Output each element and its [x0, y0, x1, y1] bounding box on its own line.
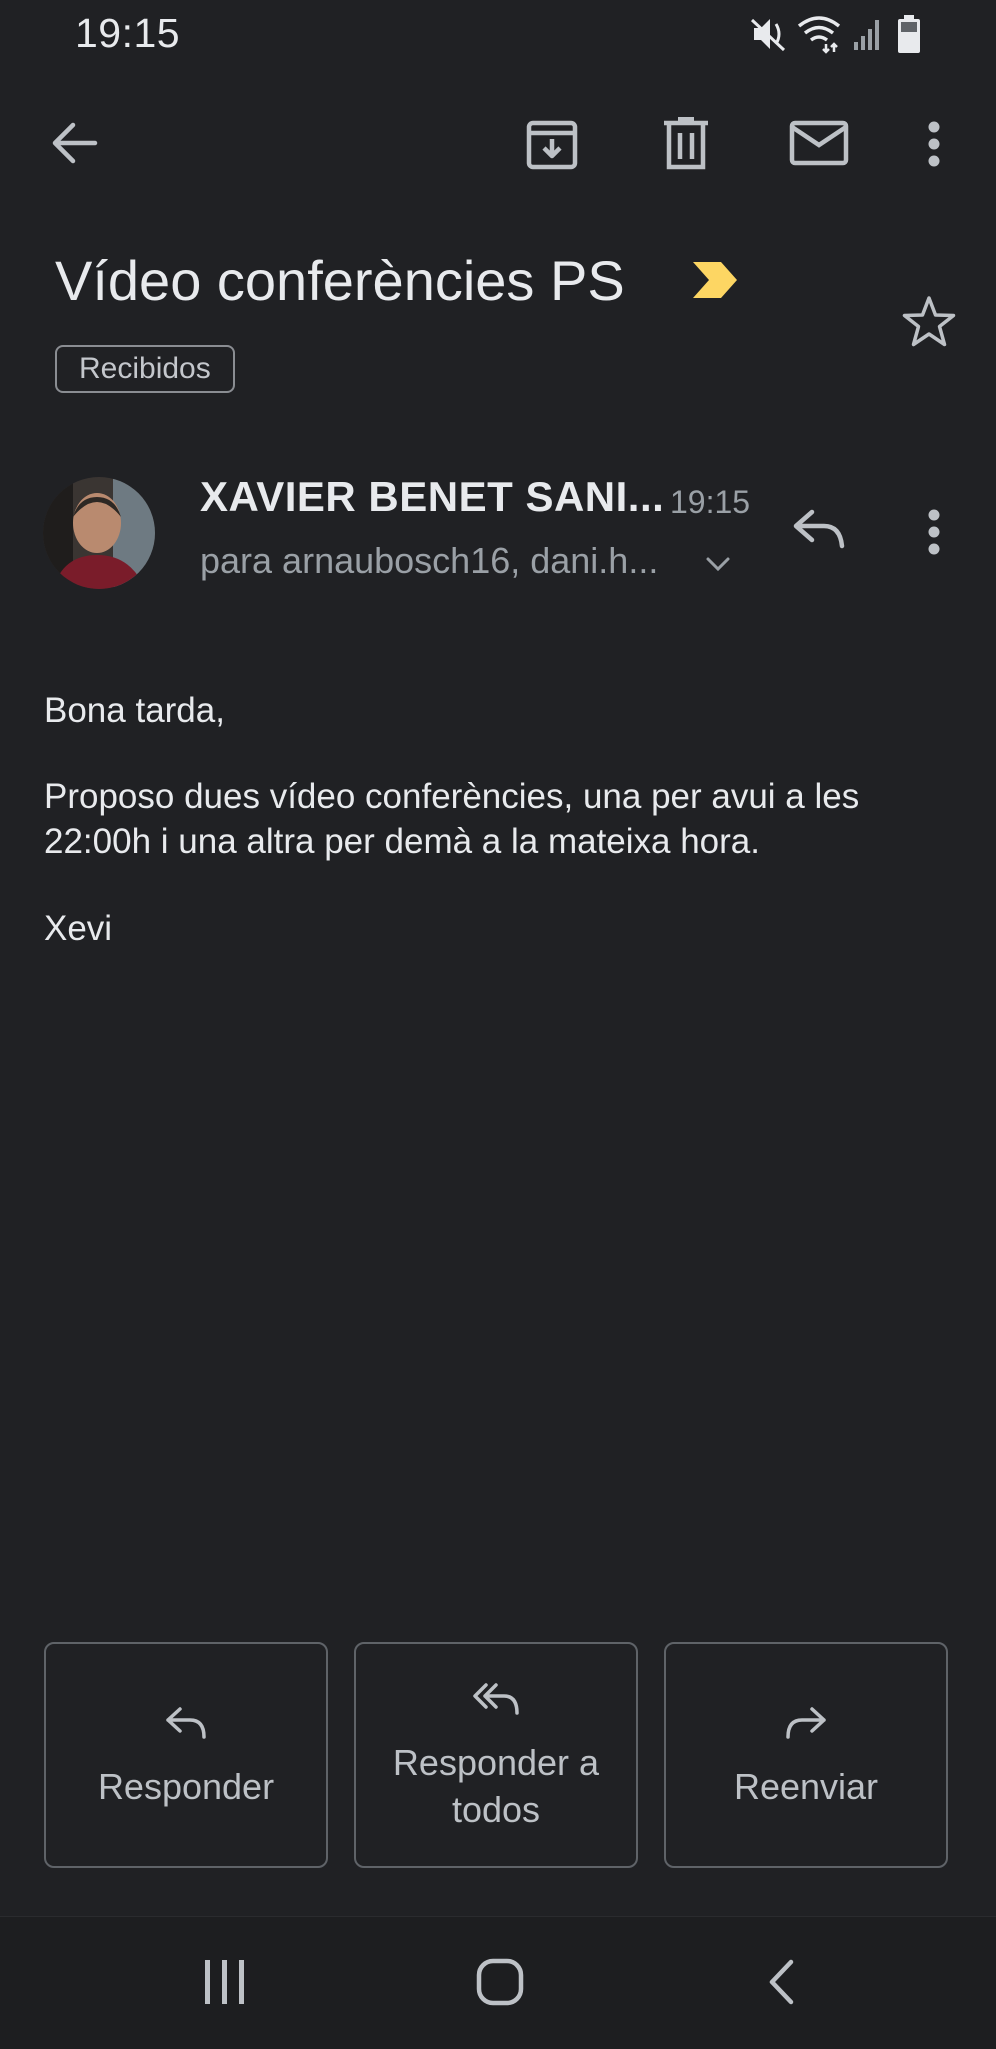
reply-icon[interactable] — [790, 502, 848, 554]
email-body-greeting: Bona tarda, — [44, 691, 225, 730]
reply-button[interactable]: Responder — [44, 1642, 328, 1868]
email-body-line-2: 22:00h i una altra per demà a la mateixa… — [44, 822, 760, 861]
subject-text: Vídeo conferències PS — [55, 249, 625, 312]
sender-name[interactable]: XAVIER BENET SANI... — [200, 473, 664, 521]
avatar[interactable] — [43, 477, 155, 589]
message-more-icon[interactable] — [912, 504, 956, 560]
recent-apps-icon[interactable] — [190, 1954, 260, 2010]
back-arrow-icon[interactable] — [44, 117, 104, 169]
signal-icon — [852, 16, 884, 52]
delete-icon[interactable] — [658, 114, 714, 172]
forward-icon — [784, 1701, 828, 1745]
forward-button[interactable]: Reenviar — [664, 1642, 948, 1868]
nav-back-icon[interactable] — [756, 1952, 806, 2012]
reply-icon — [164, 1701, 208, 1745]
reply-all-label-line-1: Responder a — [392, 1742, 600, 1783]
mark-unread-icon[interactable] — [788, 118, 850, 168]
recipients[interactable]: para arnaubosch16, dani.h... — [200, 540, 658, 582]
more-vert-icon[interactable] — [912, 116, 956, 172]
star-icon[interactable] — [898, 292, 960, 352]
reply-all-label-line-2: todos — [451, 1789, 541, 1830]
mute-icon — [750, 14, 788, 54]
reply-all-button[interactable]: Responder a todos — [354, 1642, 638, 1868]
status-time: 19:15 — [75, 10, 181, 56]
email-subject: Vídeo conferències PS — [55, 248, 625, 313]
label-chip-inbox[interactable]: Recibidos — [55, 345, 235, 393]
reply-all-icon — [472, 1677, 520, 1721]
forward-label: Reenviar — [733, 1765, 879, 1807]
email-time: 19:15 — [670, 484, 751, 520]
email-body-signature: Xevi — [44, 909, 113, 948]
reply-label: Responder — [97, 1765, 275, 1807]
home-icon[interactable] — [468, 1950, 532, 2014]
archive-icon[interactable] — [524, 116, 580, 172]
battery-icon — [896, 14, 922, 54]
email-body-line-1: Proposo dues vídeo conferències, una per… — [44, 777, 860, 816]
wifi-icon — [796, 14, 842, 54]
importance-marker-icon[interactable] — [690, 258, 740, 302]
chevron-down-icon[interactable] — [700, 550, 736, 578]
